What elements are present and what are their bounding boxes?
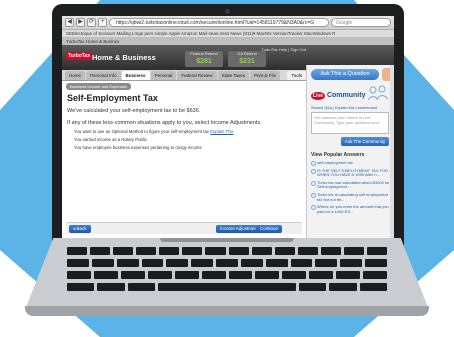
help-sidebar: Ask This a Question Live Community Searc… bbox=[306, 65, 394, 238]
browser-tab[interactable]: TurboTax Home & Busines bbox=[62, 38, 394, 45]
situations-intro: If any of these less-common situations a… bbox=[67, 120, 262, 126]
laptop-base-front bbox=[25, 306, 429, 316]
continue-button[interactable]: Continue bbox=[256, 225, 283, 233]
people-icon bbox=[367, 85, 389, 101]
sidebar-scrollbar[interactable] bbox=[390, 65, 394, 238]
back-icon[interactable]: ◀ bbox=[65, 18, 74, 27]
tax-summary-text: We've calculated your self-employment ta… bbox=[67, 108, 201, 114]
tab-federal-review[interactable]: Federal Review bbox=[177, 71, 217, 80]
tab-state-taxes[interactable]: State Taxes bbox=[217, 71, 250, 80]
tab-business[interactable]: Business bbox=[121, 71, 150, 80]
tab-home[interactable]: Home bbox=[65, 71, 86, 80]
webcam bbox=[225, 9, 230, 14]
explain-this-link[interactable]: Explain This bbox=[210, 129, 233, 134]
tab-personal[interactable]: Personal bbox=[150, 71, 177, 80]
page-title: Self-Employment Tax bbox=[67, 93, 158, 103]
tab-personal-info[interactable]: Personal Info bbox=[86, 71, 121, 80]
tab-print-file[interactable]: Print & File bbox=[250, 71, 281, 80]
ask-community-button[interactable]: Ask The Community bbox=[341, 137, 389, 146]
product-name: Home & Business bbox=[92, 53, 156, 62]
back-button[interactable]: ◂ Back bbox=[69, 225, 91, 233]
question-input[interactable]: Get answers from others in Live Communit… bbox=[311, 112, 389, 134]
url-bar[interactable]: https://qbwi2.turbotaxonline.intuit.com/… bbox=[109, 18, 329, 27]
reload-icon[interactable]: ⟳ bbox=[87, 18, 96, 27]
help-links[interactable]: TurboTax Help | Sign Out bbox=[261, 47, 306, 52]
option-text: You want to use an Optional Method to fi… bbox=[74, 129, 210, 134]
community-label: Community bbox=[326, 92, 366, 99]
popular-answers-title: View Popular Answers bbox=[311, 152, 365, 158]
laptop-screen: ◀ ▶ ⟳ + https://qbwi2.turbotaxonline.int… bbox=[62, 16, 394, 238]
list-item: You want to use an Optional Method to fi… bbox=[74, 129, 234, 134]
main-panel: Business Income and Expenses Self-Employ… bbox=[62, 81, 306, 238]
list-item: You earned income as a Notary Public bbox=[74, 137, 147, 142]
popular-answers-list: self-employment tax IS THE SELF EMPLOYME… bbox=[311, 160, 391, 217]
laptop-hinge bbox=[160, 238, 294, 242]
live-badge: Live bbox=[311, 92, 326, 100]
federal-refund-box: Federal Refund $281 bbox=[185, 51, 223, 67]
search-field[interactable]: Google bbox=[331, 18, 391, 27]
add-bookmark-icon[interactable]: + bbox=[98, 18, 107, 27]
state-refund-box: GA Refund $231 bbox=[228, 51, 266, 67]
list-item[interactable]: Where do you enter the amount that you p… bbox=[311, 204, 391, 214]
list-item[interactable]: self-employment tax bbox=[311, 160, 391, 166]
federal-refund-amount: $281 bbox=[196, 58, 212, 65]
breadcrumb[interactable]: Business Income and Expenses bbox=[66, 83, 131, 90]
list-item: You have employee business expenses pert… bbox=[74, 145, 202, 150]
action-bar: ◂ Back Income Adjustments Continue bbox=[66, 222, 302, 234]
list-item[interactable]: Turbo tax is calculating self employment… bbox=[311, 192, 391, 202]
forward-icon[interactable]: ▶ bbox=[76, 18, 85, 27]
keyboard bbox=[66, 247, 388, 297]
turbotax-logo[interactable]: TurboTax bbox=[66, 52, 93, 60]
state-refund-amount: $231 bbox=[239, 58, 255, 65]
tools-button[interactable]: Tools bbox=[287, 71, 306, 80]
bookmarks-bar[interactable]: SEElectrique of Scissors Mailing Lmge pe… bbox=[62, 30, 394, 38]
community-links[interactable]: Search Q&A | Explain this Leaderboard bbox=[311, 106, 377, 110]
live-community-title: Live Community bbox=[311, 92, 366, 100]
browser-toolbar: ◀ ▶ ⟳ + https://qbwi2.turbotaxonline.int… bbox=[62, 16, 394, 30]
list-item[interactable]: Turbo tax has calculated about $3000 for… bbox=[311, 180, 391, 190]
ask-question-button[interactable]: Ask This a Question bbox=[311, 69, 379, 80]
list-item[interactable]: IS THE SELF EMPLOYMENT TAX FOR WHEN YOU … bbox=[311, 168, 391, 178]
